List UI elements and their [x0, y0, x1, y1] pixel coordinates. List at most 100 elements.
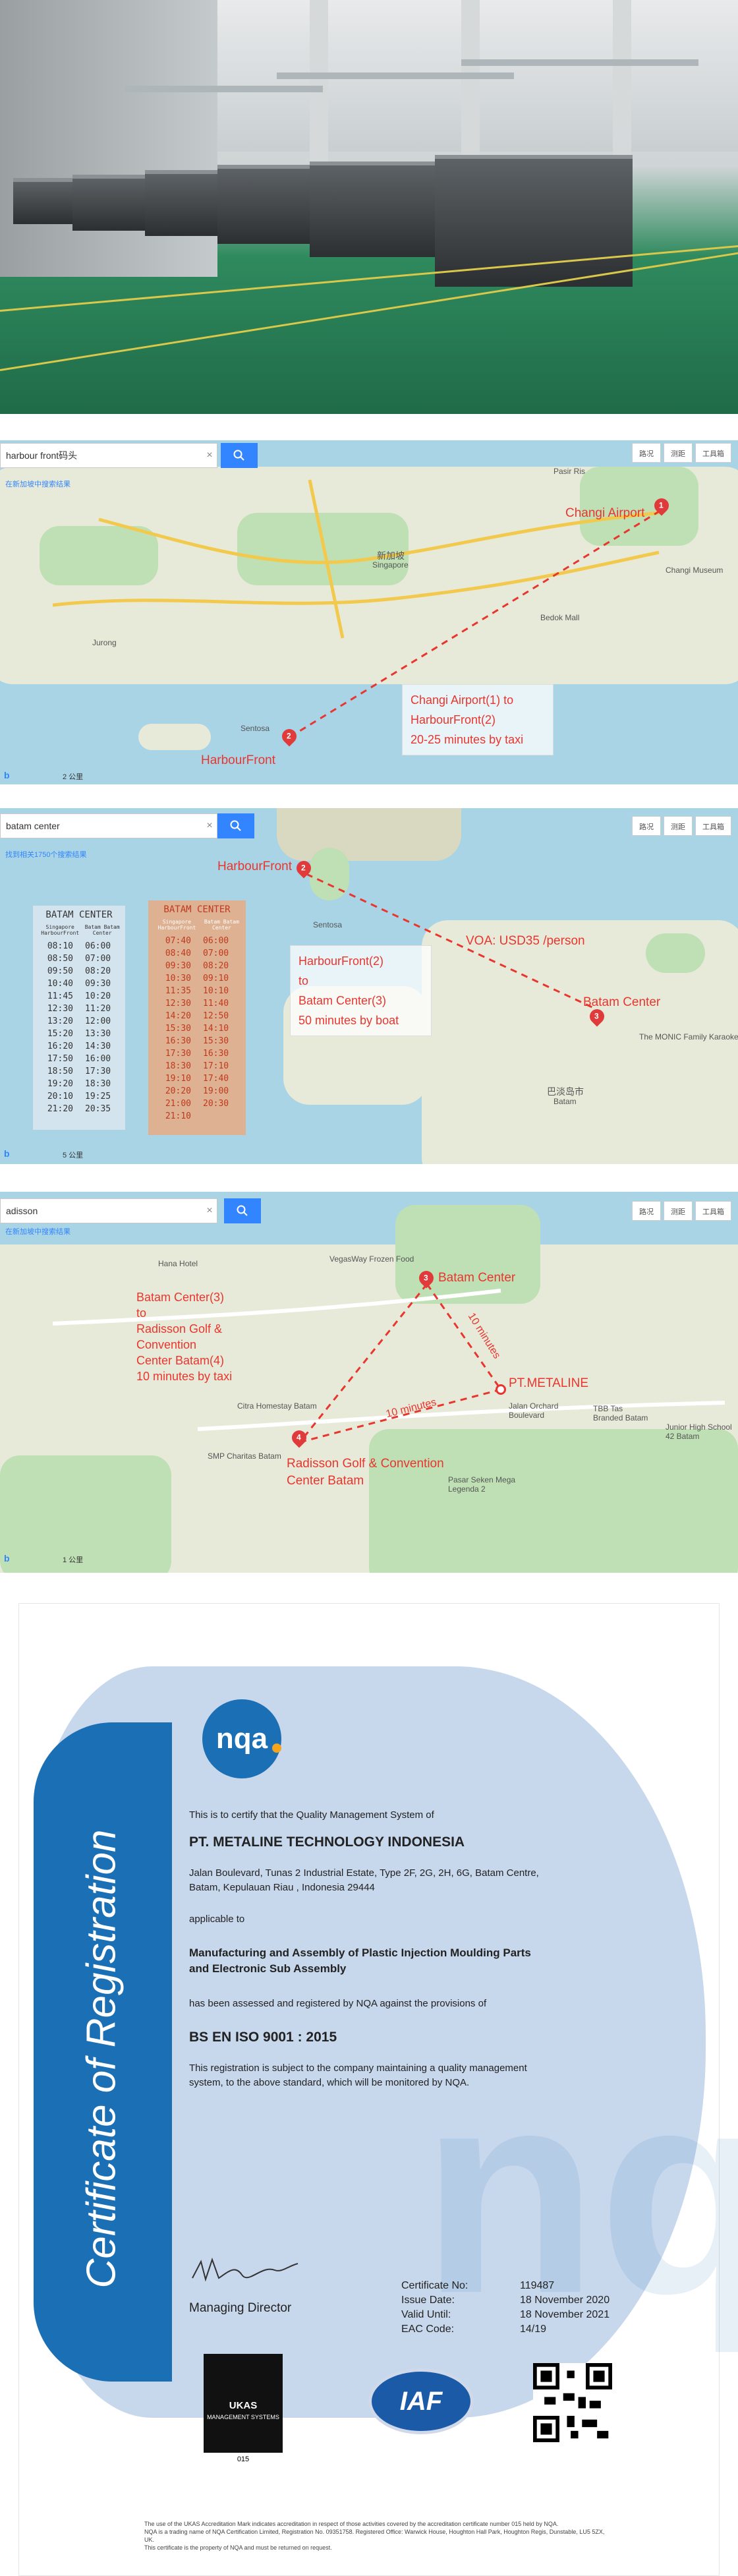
departure-time: 11:35: [165, 986, 191, 996]
departure-time: 06:00: [203, 936, 229, 946]
machine: [435, 155, 633, 287]
field-label: Issue Date:: [401, 2295, 455, 2306]
departure-time: 13:30: [85, 1029, 111, 1039]
timetable-title: BATAM CENTER: [163, 904, 231, 915]
place-label: The MONIC Family Karaoke: [639, 1032, 738, 1041]
departure-time: 10:30: [165, 974, 191, 983]
departure-time: 20:10: [47, 1092, 73, 1101]
timetable-column: 06:00 07:00 08:20 09:30 10:20 11:20 12:00 13:30…: [85, 940, 111, 1115]
departure-time: 17:40: [203, 1074, 229, 1084]
field-label: Certificate No:: [401, 2280, 468, 2291]
harbourfront-label: HarbourFront: [201, 753, 275, 767]
departure-time: 12:30: [47, 1004, 73, 1014]
departure-time: 21:20: [47, 1104, 73, 1114]
place-label: Changi Museum: [666, 566, 724, 575]
departure-time: 16:30: [203, 1049, 229, 1059]
departure-time: 07:00: [203, 949, 229, 958]
vertical-title-text: Certificate of Registration: [78, 1829, 125, 2289]
timetable-header: Batam Batam Center: [84, 924, 120, 936]
harbourfront-label: HarbourFront: [217, 860, 292, 873]
departure-time: 10:10: [203, 986, 229, 996]
departure-time: 12:30: [165, 999, 191, 1009]
field-label: Valid Until:: [401, 2309, 451, 2320]
info-line: Batam Center(3): [136, 1291, 225, 1304]
timetable-title: BATAM CENTER: [45, 910, 113, 920]
map-scale: 1 公里: [63, 1556, 84, 1564]
map-batam-local[interactable]: × 在新加坡中搜索结果 路况 测距 工具箱 3 4 Batam Center P…: [0, 1192, 738, 1573]
signatory-title: Managing Director: [189, 2301, 292, 2315]
departure-time: 17:30: [165, 1049, 191, 1059]
place-label: 巴淡岛市: [547, 1086, 584, 1097]
departure-time: 19:20: [47, 1079, 73, 1089]
route-lines: [52, 1283, 725, 1444]
fine-print-line: The use of the UKAS Accreditation Mark i…: [144, 2521, 559, 2527]
info-line: Radisson Golf & Convention: [136, 1322, 223, 1351]
departure-time: 21:10: [165, 1111, 191, 1121]
timetable-column: 06:00 07:00 08:20 09:10 10:10 11:40 12:50 14:10…: [203, 935, 229, 1123]
map-scale: 2 公里: [63, 773, 84, 781]
place-label: VegasWay Frozen Food: [329, 1254, 414, 1264]
batam-center-label: Batam Center: [438, 1271, 516, 1285]
departure-time: 20:20: [165, 1086, 191, 1096]
field-value: 18 November 2021: [520, 2309, 610, 2320]
place-label: Sentosa: [313, 920, 343, 929]
departure-time: 10:40: [47, 979, 73, 989]
iaf-logo: IAF: [368, 2368, 474, 2434]
subject-line-1: This registration is subject to the comp…: [189, 2063, 527, 2074]
place-label: Sentosa: [241, 724, 270, 733]
fine-print-line: This certificate is the property of NQA …: [144, 2544, 332, 2551]
place-label: TBB Tas Branded Batam: [593, 1404, 648, 1422]
departure-time: 08:50: [47, 954, 73, 964]
info-line: 10 minutes by taxi: [136, 1370, 233, 1383]
departure-time: 18:30: [165, 1061, 191, 1071]
departure-time: 17:10: [203, 1061, 229, 1071]
route-lines: [52, 479, 663, 738]
departure-time: 11:40: [203, 999, 229, 1009]
info-line: 20-25 minutes by taxi: [411, 733, 524, 746]
route-info-1: Changi Airport(1) to HarbourFront(2) 20-…: [402, 684, 554, 755]
departure-time: 15:30: [203, 1036, 229, 1046]
info-line: Batam Center(3): [298, 994, 387, 1007]
field-value: 18 November 2020: [520, 2295, 610, 2306]
certificate-vertical-title: Certificate of Registration: [55, 1729, 148, 2388]
metaline-marker[interactable]: [496, 1384, 506, 1395]
departure-time: 19:00: [203, 1086, 229, 1096]
departure-time: 21:00: [165, 1099, 191, 1109]
ukas-logo: UKAS MANAGEMENT SYSTEMS: [204, 2354, 283, 2453]
baidu-logo: b: [4, 1148, 10, 1159]
assessed-text: has been assessed and registered by NQA …: [189, 1998, 487, 2009]
map-singapore[interactable]: × 在新加坡中搜索结果 路况 测距 工具箱 1 2 Changi Airport…: [0, 440, 738, 784]
fine-print-line: NQA is a trading name of NQA Certificati…: [144, 2529, 605, 2543]
info-line: to: [136, 1306, 147, 1320]
departure-time: 14:20: [165, 1011, 191, 1021]
place-label: Hana Hotel: [158, 1259, 198, 1268]
metaline-label: PT.METALINE: [509, 1376, 589, 1390]
timetable-header: Batam Batam Center: [204, 919, 239, 931]
info-line: Changi Airport(1) to: [411, 693, 514, 707]
signature: [192, 2257, 298, 2282]
map-batam[interactable]: × 找到相关1750个搜索结果 路况 测距 工具箱 2 3 HarbourFro…: [0, 808, 738, 1164]
place-label: Junior High School 42 Batam: [666, 1422, 732, 1441]
timetable-header: Singapore HarbourFront: [157, 919, 196, 931]
departure-time: 19:25: [85, 1092, 111, 1101]
departure-time: 09:30: [165, 961, 191, 971]
departure-time: 06:00: [85, 941, 111, 951]
departure-time: 15:20: [47, 1029, 73, 1039]
departure-time: 07:40: [165, 936, 191, 946]
departure-time: 11:45: [47, 991, 73, 1001]
baidu-logo: b: [4, 1553, 10, 1564]
address-line-1: Jalan Boulevard, Tunas 2 Industrial Esta…: [189, 1867, 539, 1879]
departure-time: 09:30: [85, 979, 111, 989]
departure-time: 13:20: [47, 1016, 73, 1026]
departure-time: 12:00: [85, 1016, 111, 1026]
batam-center-label: Batam Center: [583, 995, 661, 1009]
fine-print: The use of the UKAS Accreditation Mark i…: [144, 2520, 606, 2552]
robot-arm: [277, 73, 514, 79]
departure-time: 09:50: [47, 966, 73, 976]
subject-line-2: system, to the above standard, which wil…: [189, 2077, 470, 2088]
departure-time: 14:10: [203, 1024, 229, 1034]
place-label: Bedok Mall: [540, 613, 580, 622]
place-label: Jurong: [92, 638, 117, 647]
timetable-column: 07:40 08:40 09:30 10:30 11:35 12:30 14:20 15:30…: [165, 935, 191, 1123]
departure-time: 08:20: [85, 966, 111, 976]
